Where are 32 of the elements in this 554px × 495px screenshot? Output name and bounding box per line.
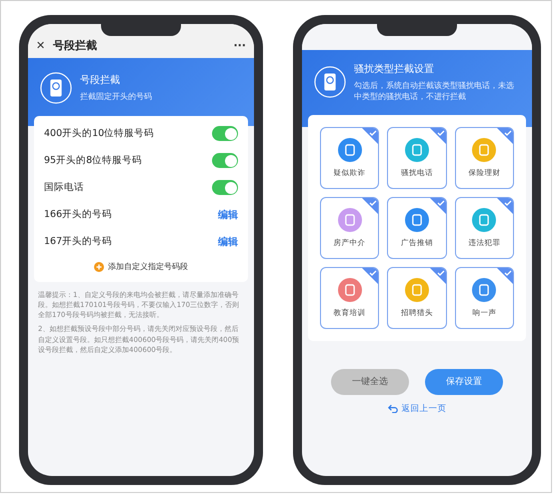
add-range-link[interactable]: 添加自定义指定号码段: [108, 261, 188, 272]
check-corner-icon: [362, 268, 378, 284]
check-corner-icon: [362, 198, 378, 214]
phone-icon: [314, 66, 346, 98]
header-title: 号段拦截: [80, 74, 121, 88]
edit-link[interactable]: 编辑: [218, 208, 238, 222]
header-description: 勾选后，系统自动拦截该类型骚扰电话，未选中类型的骚扰电话，不进行拦截: [354, 81, 515, 103]
rule-label: 166开头的号码: [44, 208, 112, 221]
header-title: 骚扰类型拦截设置: [354, 62, 435, 76]
toggle-switch[interactable]: [212, 153, 238, 168]
check-corner-icon: [496, 128, 513, 144]
rule-label: 国际电话: [44, 181, 84, 194]
back-link[interactable]: 返回上一页: [402, 402, 446, 415]
header-subtitle: 拦截固定开头的号码: [80, 92, 152, 103]
phone-icon: [40, 72, 72, 104]
more-button[interactable]: ···: [233, 38, 246, 52]
rule-label: 95开头的8位特服号码: [44, 154, 142, 167]
rule-label: 400开头的10位特服号码: [44, 127, 154, 140]
plus-icon: [94, 262, 104, 272]
rule-label: 167开头的号码: [44, 235, 112, 248]
toggle-switch[interactable]: [212, 180, 238, 195]
return-arrow-icon: [388, 404, 398, 414]
check-corner-icon: [430, 198, 446, 214]
close-button[interactable]: ✕: [36, 38, 46, 52]
toggle-switch[interactable]: [212, 126, 238, 141]
page-title: 号段拦截: [53, 38, 98, 52]
edit-link[interactable]: 编辑: [218, 234, 238, 248]
check-corner-icon: [430, 128, 446, 144]
check-corner-icon: [496, 268, 513, 284]
check-corner-icon: [496, 198, 513, 214]
check-corner-icon: [430, 268, 446, 284]
check-corner-icon: [362, 128, 378, 144]
